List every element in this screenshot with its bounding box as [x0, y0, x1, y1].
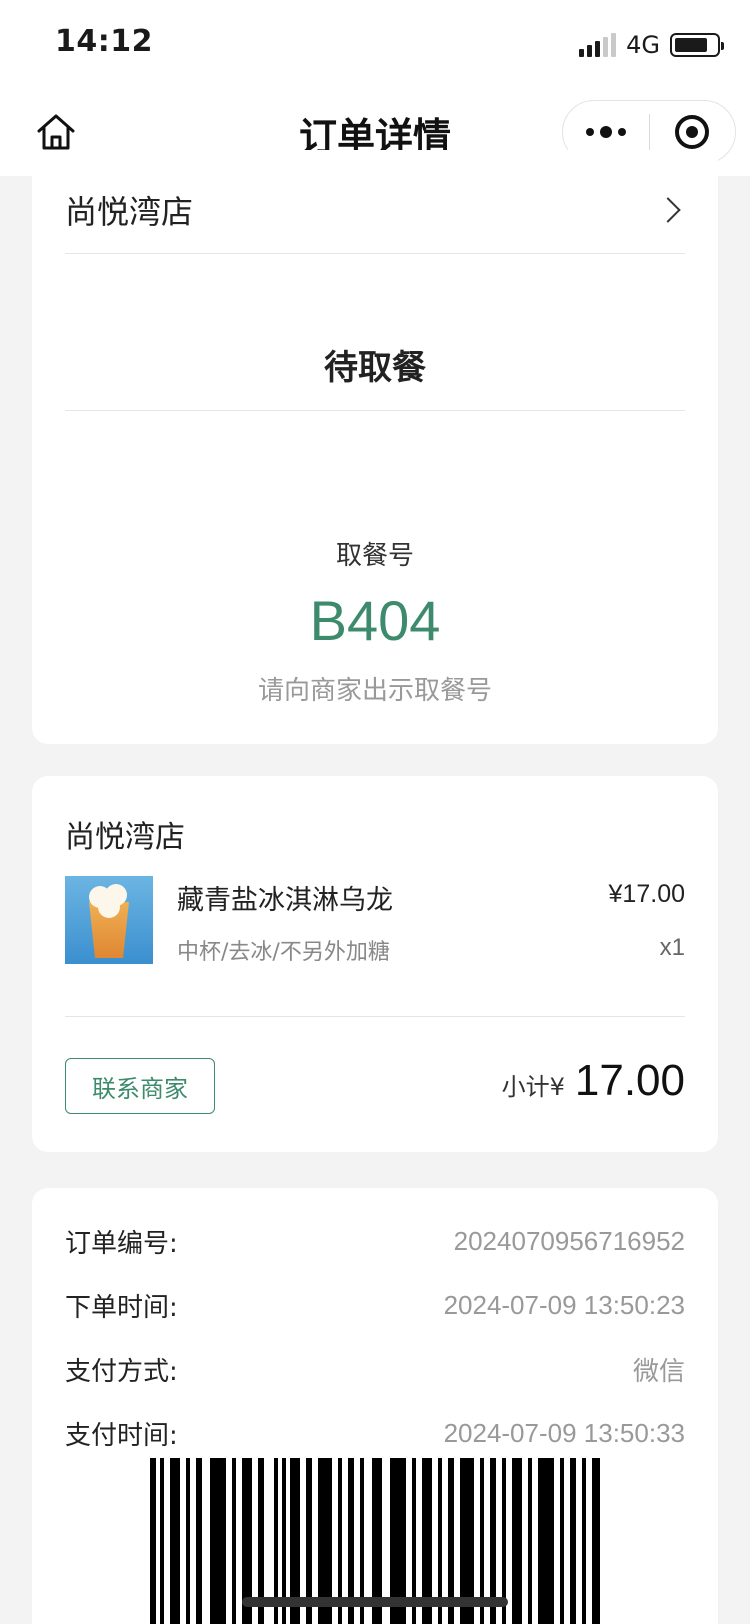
product-price: ¥17.00 — [608, 880, 685, 908]
subtotal-value: 17.00 — [574, 1056, 685, 1105]
product-spec: 中杯/去冰/不另外加糖 — [177, 940, 390, 965]
home-indicator[interactable] — [242, 1597, 508, 1607]
status-time: 14:12 — [55, 24, 153, 59]
store-name: 尚悦湾店 — [65, 193, 194, 231]
status-indicators: 4G — [579, 30, 724, 60]
product-name: 藏青盐冰淇淋乌龙 — [177, 885, 393, 916]
order-number-value: 2024070956716952 — [453, 1225, 685, 1256]
subtotal-label: 小计¥ — [501, 1073, 565, 1101]
signal-icon — [579, 33, 617, 57]
order-info-card: 订单编号: 2024070956716952 下单时间: 2024-07-09 … — [32, 1188, 718, 1624]
pickup-number: B404 — [309, 589, 441, 652]
chevron-right-icon — [655, 197, 681, 223]
info-label: 下单时间: — [65, 1292, 178, 1323]
subtotal: 小计¥ 17.00 — [502, 1056, 685, 1106]
info-label: 支付方式: — [65, 1356, 178, 1387]
status-bar: 14:12 4G — [0, 0, 750, 90]
pickup-hint: 请向商家出示取餐号 — [257, 676, 492, 706]
order-number-row: 订单编号: 2024070956716952 — [65, 1221, 685, 1261]
payment-method-value: 微信 — [632, 1355, 685, 1386]
divider — [65, 253, 685, 254]
order-items-card: 尚悦湾店 藏青盐冰淇淋乌龙 中杯/去冰/不另外加糖 ¥17.00 x1 联系商家… — [32, 776, 718, 1152]
divider — [65, 1016, 685, 1017]
info-label: 订单编号: — [65, 1228, 178, 1259]
pickup-label: 取餐号 — [335, 541, 414, 571]
product-quantity: x1 — [659, 934, 685, 961]
store-name: 尚悦湾店 — [65, 820, 185, 855]
close-mini-program-icon[interactable] — [650, 115, 736, 149]
payment-time-value: 2024-07-09 13:50:33 — [443, 1417, 685, 1448]
order-time-row: 下单时间: 2024-07-09 13:50:23 — [65, 1285, 685, 1325]
payment-method-row: 支付方式: 微信 — [65, 1349, 685, 1389]
contact-merchant-button[interactable]: 联系商家 — [65, 1058, 215, 1114]
product-image — [65, 876, 153, 964]
more-icon[interactable] — [563, 126, 649, 138]
order-time-value: 2024-07-09 13:50:23 — [443, 1289, 685, 1320]
battery-icon — [670, 33, 724, 57]
order-status-text: 待取餐 — [324, 348, 426, 388]
order-status-card: 尚悦湾店 待取餐 取餐号 B404 请向商家出示取餐号 — [32, 150, 718, 744]
divider — [65, 410, 685, 411]
network-label: 4G — [626, 31, 660, 59]
store-link[interactable]: 尚悦湾店 — [65, 180, 685, 240]
payment-time-row: 支付时间: 2024-07-09 13:50:33 — [65, 1413, 685, 1453]
info-label: 支付时间: — [65, 1420, 178, 1451]
